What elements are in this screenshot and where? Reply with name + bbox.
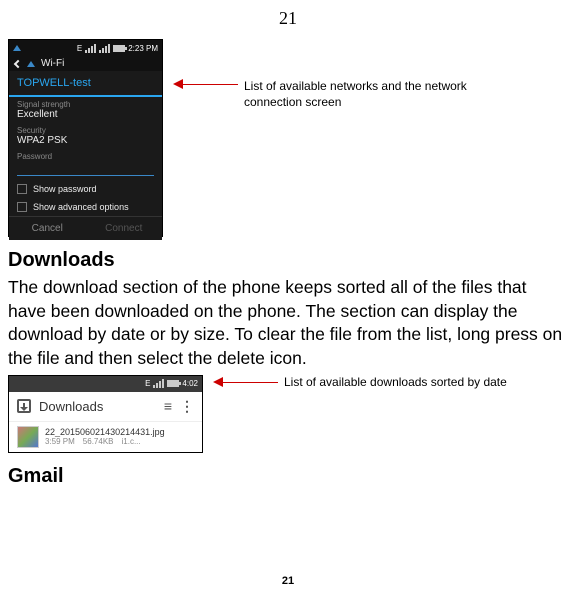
show-password-label: Show password bbox=[33, 184, 97, 194]
battery-icon bbox=[113, 45, 125, 52]
arrow-icon bbox=[173, 79, 238, 89]
download-list-item[interactable]: 22_201506021430214431.jpg 3:59 PM 56.74K… bbox=[9, 422, 202, 452]
dl-signal-icon bbox=[153, 379, 164, 388]
show-advanced-label: Show advanced options bbox=[33, 202, 129, 212]
sort-icon[interactable]: ≡ bbox=[164, 398, 172, 414]
downloads-figure-row: E 4:02 Downloads ≡ ⋮ 22_2015060214302144… bbox=[8, 375, 568, 453]
page-number-top: 21 bbox=[8, 8, 568, 29]
download-time: 3:59 PM bbox=[45, 437, 75, 446]
app-bar-title: Wi-Fi bbox=[41, 58, 64, 69]
security-label: Security bbox=[17, 126, 154, 135]
status-time: 2:23 PM bbox=[128, 44, 158, 53]
status-e: E bbox=[77, 44, 82, 53]
dialog-title: TOPWELL-test bbox=[9, 71, 162, 97]
connect-button[interactable]: Connect bbox=[86, 217, 163, 240]
show-password-checkbox[interactable] bbox=[17, 184, 27, 194]
arrow-icon bbox=[213, 377, 278, 387]
signal-strength-value: Excellent bbox=[17, 109, 154, 120]
downloads-title: Downloads bbox=[39, 399, 156, 414]
wifi-title-icon bbox=[27, 61, 35, 67]
back-icon[interactable] bbox=[14, 59, 22, 67]
download-thumbnail bbox=[17, 426, 39, 448]
downloads-screenshot: E 4:02 Downloads ≡ ⋮ 22_2015060214302144… bbox=[8, 375, 203, 453]
downloads-annotation: List of available downloads sorted by da… bbox=[284, 375, 507, 391]
status-bar: E 2:23 PM bbox=[9, 40, 162, 56]
download-size: 56.74KB bbox=[83, 437, 114, 446]
wifi-annotation: List of available networks and the netwo… bbox=[244, 79, 494, 110]
downloads-header: Downloads ≡ ⋮ bbox=[9, 392, 202, 422]
page-number-bottom: 21 bbox=[0, 575, 576, 587]
cancel-button[interactable]: Cancel bbox=[9, 217, 86, 240]
download-icon bbox=[17, 399, 31, 413]
wifi-annotation-group: List of available networks and the netwo… bbox=[173, 79, 494, 110]
signal-icon-2 bbox=[99, 44, 110, 53]
downloads-paragraph: The download section of the phone keeps … bbox=[8, 276, 568, 371]
downloads-heading: Downloads bbox=[8, 249, 568, 272]
security-value: WPA2 PSK bbox=[17, 135, 154, 146]
download-filename: 22_201506021430214431.jpg bbox=[45, 427, 194, 437]
downloads-annotation-group: List of available downloads sorted by da… bbox=[213, 375, 507, 391]
password-input[interactable] bbox=[17, 166, 154, 176]
download-source: i1.c... bbox=[122, 437, 141, 446]
dl-status-bar: E 4:02 bbox=[9, 376, 202, 392]
dl-status-e: E bbox=[145, 379, 150, 388]
wifi-status-icon bbox=[13, 45, 21, 51]
app-bar: Wi-Fi bbox=[9, 56, 162, 71]
wifi-figure-row: E 2:23 PM Wi-Fi TOPWELL-test Signal stre… bbox=[8, 39, 568, 237]
dl-battery-icon bbox=[167, 380, 179, 387]
signal-strength-label: Signal strength bbox=[17, 100, 154, 109]
wifi-screenshot: E 2:23 PM Wi-Fi TOPWELL-test Signal stre… bbox=[8, 39, 163, 237]
overflow-menu-icon[interactable]: ⋮ bbox=[180, 398, 194, 415]
gmail-heading: Gmail bbox=[8, 465, 568, 488]
wifi-dialog: TOPWELL-test Signal strength Excellent S… bbox=[9, 71, 162, 240]
show-advanced-checkbox[interactable] bbox=[17, 202, 27, 212]
password-label: Password bbox=[17, 152, 154, 161]
signal-icon bbox=[85, 44, 96, 53]
dl-status-time: 4:02 bbox=[182, 379, 198, 388]
